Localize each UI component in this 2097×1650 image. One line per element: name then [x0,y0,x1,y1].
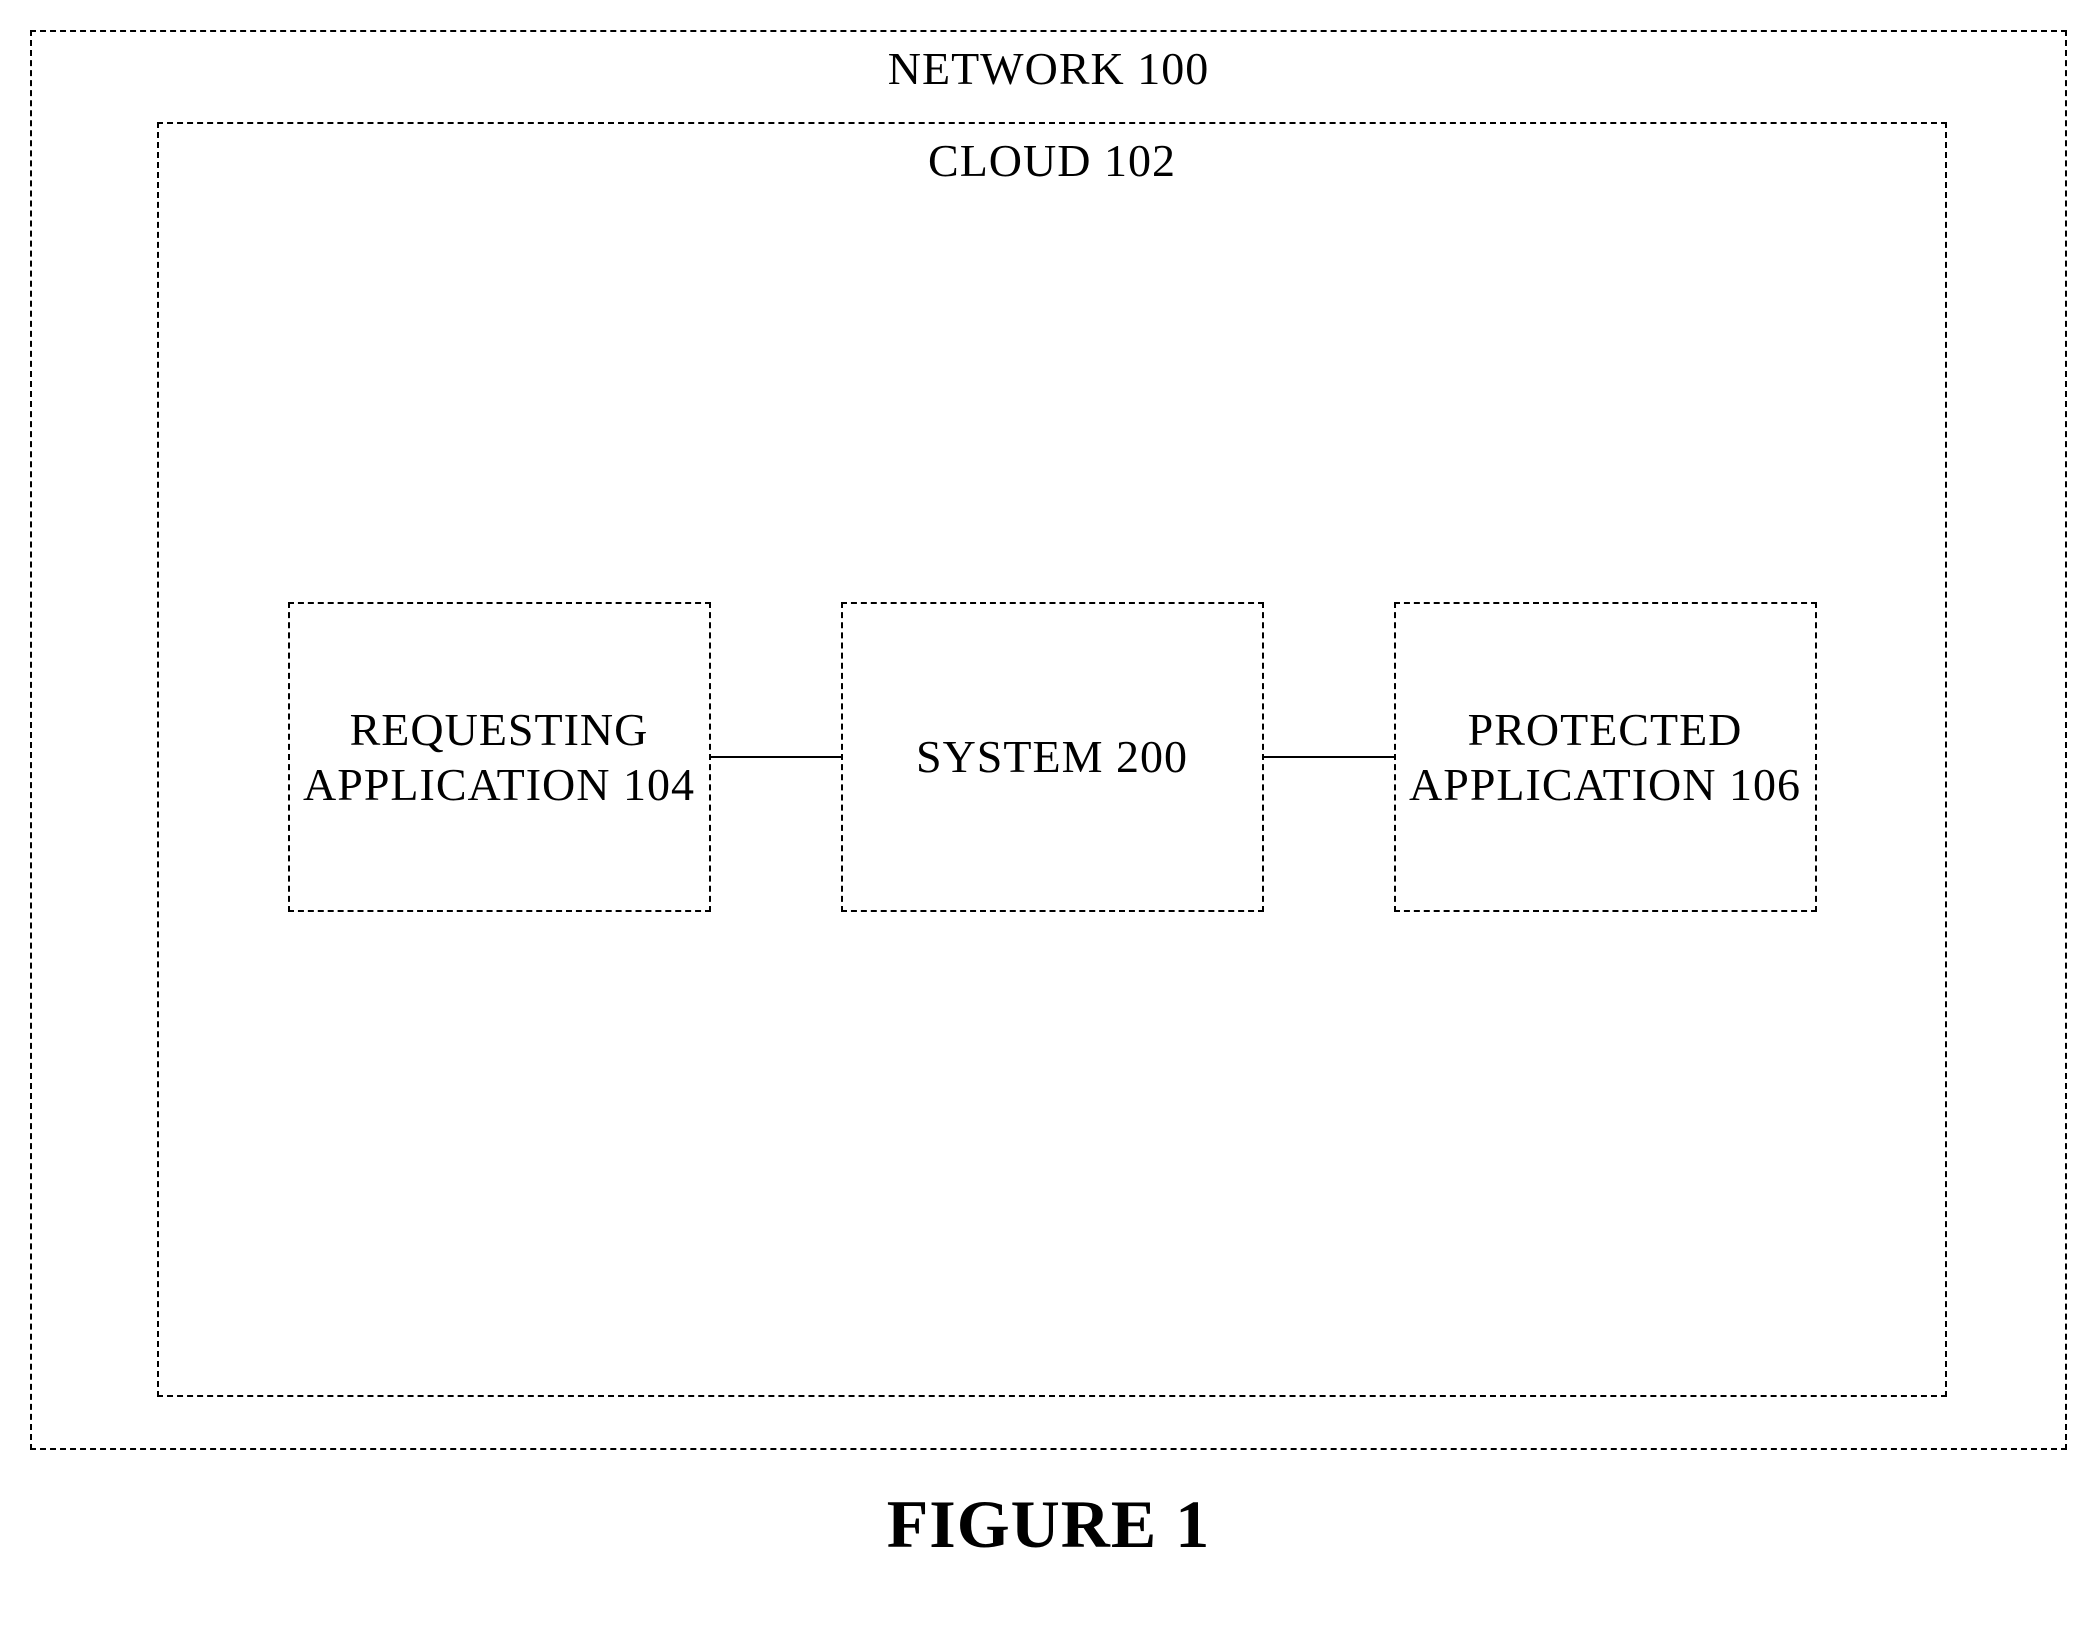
system-label: SYSTEM 200 [916,729,1188,784]
boxes-row: REQUESTING APPLICATION 104 SYSTEM 200 PR… [159,602,1945,912]
protected-application-box: PROTECTED APPLICATION 106 [1394,602,1817,912]
requesting-line1: REQUESTING [350,702,649,757]
protected-line2: APPLICATION 106 [1409,757,1801,812]
protected-line1: PROTECTED [1468,702,1743,757]
requesting-line2: APPLICATION 104 [303,757,695,812]
requesting-application-box: REQUESTING APPLICATION 104 [288,602,711,912]
cloud-container: CLOUD 102 REQUESTING APPLICATION 104 SYS… [157,122,1947,1397]
cloud-label: CLOUD 102 [928,134,1176,187]
figure-caption: FIGURE 1 [887,1485,1210,1564]
network-label: NETWORK 100 [888,42,1209,95]
connector-left [711,756,841,758]
system-box: SYSTEM 200 [841,602,1264,912]
connector-right [1264,756,1394,758]
network-container: NETWORK 100 CLOUD 102 REQUESTING APPLICA… [30,30,2067,1450]
